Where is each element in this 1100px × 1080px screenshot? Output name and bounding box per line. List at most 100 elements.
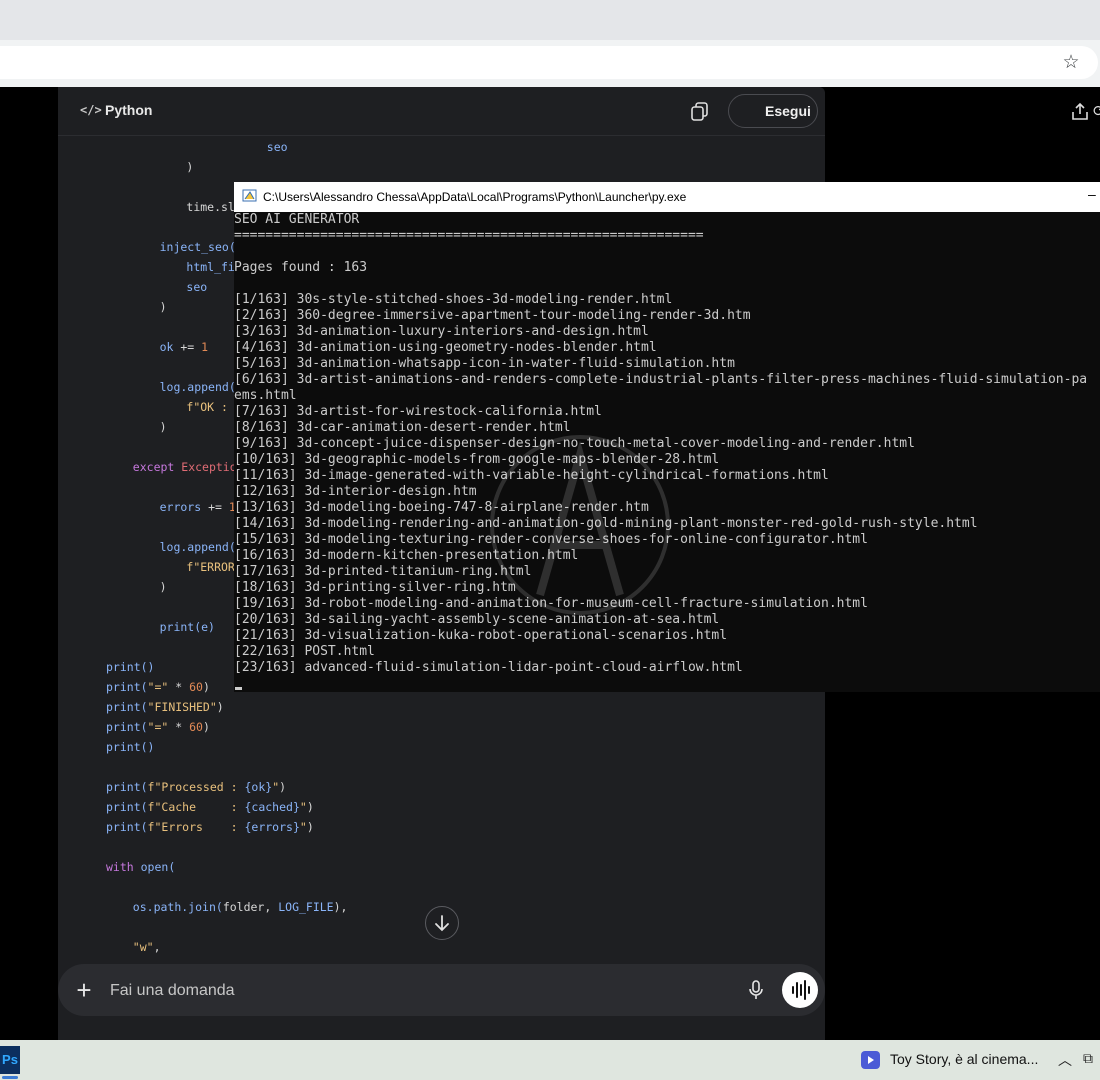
- media-play-icon[interactable]: [861, 1051, 880, 1069]
- star-icon[interactable]: ☆: [1060, 52, 1082, 74]
- code-token: folder: [222, 900, 265, 914]
- console-line: [23/163] advanced-fluid-simulation-lidar…: [234, 660, 743, 675]
- console-line: ========================================…: [234, 228, 704, 243]
- code-token: +=: [173, 340, 202, 354]
- code-token: print(: [106, 700, 148, 714]
- code-token: {ok}: [244, 780, 273, 794]
- photoshop-icon[interactable]: Ps: [0, 1046, 20, 1074]
- code-token: ): [186, 160, 194, 174]
- media-widget-title[interactable]: Toy Story, è al cinema...: [890, 1051, 1038, 1067]
- code-token: LOG_FILE: [278, 900, 334, 914]
- console-line: [6/163] 3d-artist-animations-and-renders…: [234, 372, 1088, 387]
- console-title: C:\Users\Alessandro Chessa\AppData\Local…: [263, 190, 687, 204]
- console-line: [5/163] 3d-animation-whatsapp-icon-in-wa…: [234, 356, 735, 371]
- code-token: "=": [147, 680, 169, 694]
- code-token: f"Errors :: [147, 820, 245, 834]
- code-line: ): [186, 160, 193, 174]
- address-bar[interactable]: [0, 46, 1098, 79]
- code-line: print(f"Errors : {errors}"): [106, 820, 314, 834]
- code-language-label: Python: [105, 102, 153, 118]
- code-token: ,: [264, 900, 279, 914]
- code-token: ): [216, 700, 224, 714]
- more-options-icon[interactable]: ⟳: [1093, 102, 1100, 120]
- code-line: time.sl: [186, 200, 234, 214]
- code-token: print(: [106, 720, 148, 734]
- code-line: print(f"Processed : {ok}"): [106, 780, 286, 794]
- watermark-logo: [480, 425, 680, 625]
- code-token: ): [159, 420, 167, 434]
- code-line: f"ERROR: [186, 560, 234, 574]
- code-token: "w": [132, 940, 154, 954]
- minimize-button[interactable]: –: [1088, 186, 1096, 202]
- code-line: log.append(: [160, 380, 236, 394]
- console-line: Pages found : 163: [234, 260, 368, 275]
- code-line: print("FINISHED"): [106, 700, 224, 714]
- code-token: ": [299, 820, 307, 834]
- audio-wave-icon: [792, 980, 810, 1000]
- code-line: seo: [267, 140, 288, 154]
- code-line: seo: [186, 280, 207, 294]
- code-token: inject_seo(: [159, 240, 236, 254]
- arrow-down-icon: [435, 915, 449, 932]
- code-token: print(: [106, 800, 148, 814]
- code-token: html_fi: [186, 260, 235, 274]
- code-token: ): [306, 820, 314, 834]
- console-line: [21/163] 3d-visualization-kuka-robot-ope…: [234, 628, 728, 643]
- code-line: print("=" * 60): [106, 720, 210, 734]
- run-button-label: Esegui: [765, 103, 811, 119]
- code-token: print(: [106, 780, 148, 794]
- console-line: [4/163] 3d-animation-using-geometry-node…: [234, 340, 657, 355]
- code-line: with open(: [106, 860, 175, 874]
- code-token: ): [159, 580, 167, 594]
- plus-icon[interactable]: +: [72, 976, 96, 1004]
- code-line: except Exceptio: [133, 460, 237, 474]
- console-cursor: [235, 687, 242, 690]
- share-icon[interactable]: [1070, 102, 1090, 122]
- code-token: f"OK :: [186, 400, 235, 414]
- prompt-input[interactable]: [110, 979, 710, 1003]
- code-token: 60: [189, 680, 203, 694]
- code-line: errors += 1: [160, 500, 236, 514]
- copy-icon: [691, 102, 708, 121]
- code-token: +=: [201, 500, 229, 514]
- tray-app-icon[interactable]: ⧉: [1083, 1050, 1100, 1070]
- code-token: "FINISHED": [147, 700, 217, 714]
- code-line: f"OK :: [186, 400, 234, 414]
- code-token: ,: [153, 940, 161, 954]
- code-token: time.sl: [186, 200, 235, 214]
- code-token: ok: [159, 340, 174, 354]
- code-line: print(f"Cache : {cached}"): [106, 800, 314, 814]
- code-token: f"ERROR: [186, 560, 235, 574]
- code-token: f"Cache :: [147, 800, 245, 814]
- console-line: [2/163] 360-degree-immersive-apartment-t…: [234, 308, 751, 323]
- code-token: ): [159, 300, 167, 314]
- voice-mode-button[interactable]: [782, 972, 818, 1008]
- copy-code-button[interactable]: [686, 97, 714, 125]
- code-token: ): [306, 800, 314, 814]
- code-line: print(): [106, 660, 154, 674]
- code-token: 60: [189, 720, 203, 734]
- code-token: print(: [106, 680, 148, 694]
- code-token: print(): [106, 740, 155, 754]
- active-app-indicator: [2, 1076, 18, 1079]
- code-token: with: [106, 860, 141, 874]
- code-token: f"Processed :: [147, 780, 245, 794]
- code-token: seo: [186, 280, 208, 294]
- code-token: errors: [159, 500, 202, 514]
- microphone-icon[interactable]: [746, 978, 766, 1002]
- code-line: ok += 1: [160, 340, 209, 354]
- chevron-up-icon[interactable]: ︿: [1058, 1050, 1072, 1070]
- code-token: 1: [201, 340, 209, 354]
- scroll-down-button[interactable]: [425, 906, 459, 940]
- run-code-button[interactable]: Esegui: [728, 94, 818, 128]
- code-token: os.path.join(: [132, 900, 223, 914]
- code-line: print(e): [160, 620, 215, 634]
- code-line: inject_seo(: [160, 240, 236, 254]
- code-token: ): [202, 680, 210, 694]
- code-token: "=": [147, 720, 169, 734]
- code-token: ": [299, 800, 307, 814]
- python-launcher-icon: [242, 188, 258, 204]
- console-line: SEO AI GENERATOR: [234, 212, 360, 227]
